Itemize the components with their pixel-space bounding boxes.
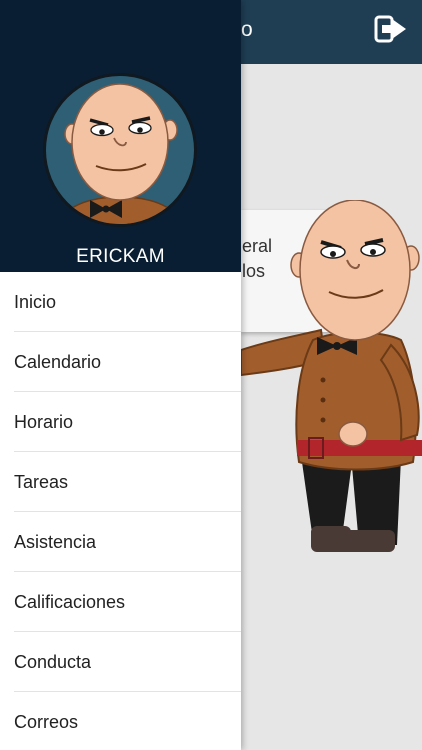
drawer-header: ERICKAM: [0, 0, 241, 272]
topbar-title: o: [241, 18, 253, 41]
menu-item-conducta[interactable]: Conducta: [0, 632, 241, 692]
menu-item-correos[interactable]: Correos: [0, 692, 241, 750]
menu-item-inicio[interactable]: Inicio: [0, 272, 241, 332]
navigation-drawer: ERICKAM Inicio Calendario Horario Tareas…: [0, 0, 241, 750]
menu-item-asistencia[interactable]: Asistencia: [0, 512, 241, 572]
logout-icon[interactable]: [374, 12, 408, 46]
menu-item-calendario[interactable]: Calendario: [0, 332, 241, 392]
drawer-menu: Inicio Calendario Horario Tareas Asisten…: [0, 272, 241, 750]
menu-item-horario[interactable]: Horario: [0, 392, 241, 452]
avatar-icon[interactable]: [42, 72, 198, 228]
menu-item-tareas[interactable]: Tareas: [0, 452, 241, 512]
mascot-illustration: [241, 200, 422, 552]
menu-item-calificaciones[interactable]: Calificaciones: [0, 572, 241, 632]
app-screen: o eral los ERICKAM Inicio Calendario Hor…: [0, 0, 422, 750]
drawer-username: ERICKAM: [76, 246, 165, 267]
